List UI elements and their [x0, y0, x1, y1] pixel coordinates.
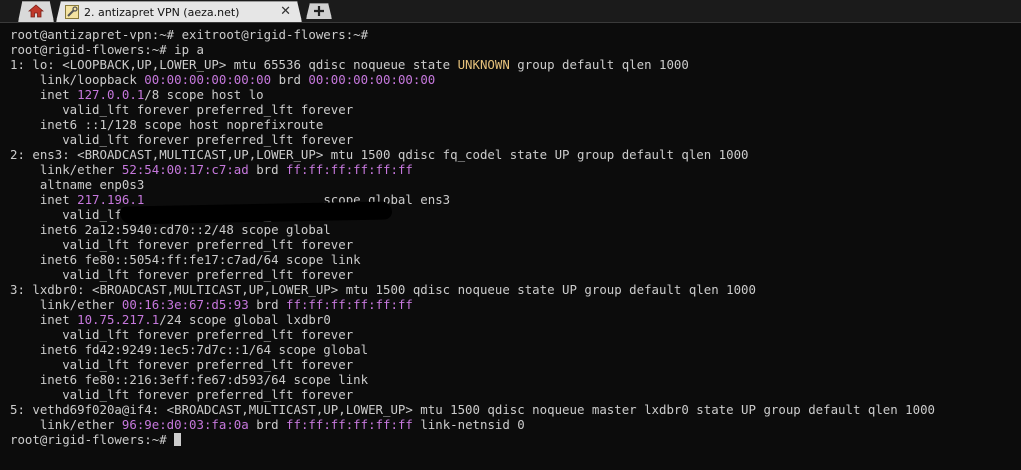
terminal-line: valid_lft forever preferred_lft forever [10, 132, 354, 147]
tab-antizapret-vpn[interactable]: 2. antizapret VPN (aeza.net) ✕ [56, 1, 302, 22]
terminal-output[interactable]: root@antizapret-vpn:~# exitroot@rigid-fl… [0, 23, 1021, 470]
terminal-line: inet6 fe80::5054:ff:fe17:c7ad/64 scope l… [10, 252, 361, 267]
terminal-line: 1: lo: <LOOPBACK,UP,LOWER_UP> mtu 65536 … [10, 57, 689, 72]
terminal-line: valid_lft forever preferred_lft forever [10, 237, 354, 252]
terminal-line: link/ether 52:54:00:17:c7:ad brd ff:ff:f… [10, 162, 413, 177]
terminal-line: 5: vethd69f020a@if4: <BROADCAST,MULTICAS… [10, 402, 936, 417]
terminal-line: valid_lft forever preferred_lft forever [10, 327, 354, 342]
terminal-line: inet 10.75.217.1/24 scope global lxdbr0 [10, 312, 331, 327]
terminal-line: valid_lft forever preferred_lft forever [10, 387, 354, 402]
state-unknown-text: UNKNOWN [457, 57, 510, 72]
terminal-line: root@rigid-flowers:~# ip a [10, 42, 204, 57]
terminal-line: root@antizapret-vpn:~# exitroot@rigid-fl… [10, 27, 369, 42]
terminal-line: 2: ens3: <BROADCAST,MULTICAST,UP,LOWER_U… [10, 147, 749, 162]
terminal-line: inet6 fe80::216:3eff:fe67:d593/64 scope … [10, 372, 369, 387]
home-icon [27, 3, 45, 22]
terminal-line: link/loopback 00:00:00:00:00:00 brd 00:0… [10, 72, 436, 87]
tools-icon [65, 5, 79, 19]
terminal-cursor [174, 433, 182, 446]
new-tab-button[interactable] [306, 3, 332, 19]
terminal-line: altname enp0s3 [10, 177, 145, 192]
home-tab[interactable] [18, 1, 54, 22]
terminal-prompt-line[interactable]: root@rigid-flowers:~# [10, 432, 182, 447]
tab-close-button[interactable]: ✕ [280, 4, 291, 20]
terminal-line: valid_lft forever preferred_lft forever [10, 357, 354, 372]
terminal-line: inet6 ::1/128 scope host noprefixroute [10, 117, 324, 132]
tab-bar: 2. antizapret VPN (aeza.net) ✕ [0, 0, 1021, 23]
terminal-line: inet6 2a12:5940:cd70::2/48 scope global [10, 222, 331, 237]
terminal-line: link/ether 00:16:3e:67:d5:93 brd ff:ff:f… [10, 297, 413, 312]
terminal-line: 3: lxdbr0: <BROADCAST,MULTICAST,UP,LOWER… [10, 282, 756, 297]
terminal-line: valid_lft forever preferred_lft forever [10, 267, 354, 282]
tab-title: 2. antizapret VPN (aeza.net) [84, 5, 240, 19]
terminal-line: link/ether 96:9e:d0:03:fa:0a brd ff:ff:f… [10, 417, 525, 432]
terminal-line: inet 127.0.0.1/8 scope host lo [10, 87, 264, 102]
terminal-line: inet6 fd42:9249:1ec5:7d7c::1/64 scope gl… [10, 342, 369, 357]
terminal-line: valid_lft forever preferred_lft forever [10, 102, 354, 117]
plus-icon [313, 3, 325, 19]
